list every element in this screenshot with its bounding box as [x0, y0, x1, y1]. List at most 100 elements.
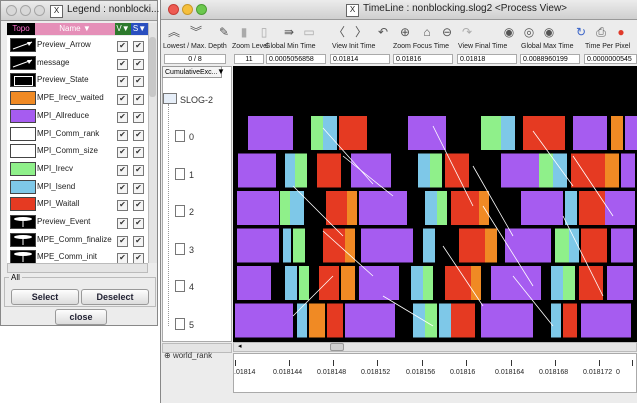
state-rect[interactable]: [539, 153, 553, 188]
state-rect[interactable]: [501, 153, 541, 188]
arrow-icon[interactable]: [10, 38, 36, 52]
searchable-checkbox[interactable]: ✔: [133, 76, 144, 88]
state-rect[interactable]: [293, 228, 305, 263]
state-rect[interactable]: [523, 116, 565, 150]
edit-icon[interactable]: ✎: [215, 24, 233, 40]
state-rect[interactable]: [311, 116, 323, 150]
visible-checkbox[interactable]: ✔: [117, 164, 128, 176]
state-rect[interactable]: [361, 228, 413, 263]
state-rect[interactable]: [451, 191, 479, 225]
state-rect[interactable]: [309, 303, 325, 338]
searchable-checkbox[interactable]: ✔: [133, 94, 144, 106]
expand-icon[interactable]: ⊕: [164, 351, 173, 360]
state-rect[interactable]: [345, 303, 395, 338]
state-rect[interactable]: [297, 303, 307, 338]
visible-checkbox[interactable]: ✔: [117, 235, 128, 247]
state-rect[interactable]: [451, 303, 475, 338]
legend-horizontal-scrollbar[interactable]: [7, 263, 148, 273]
searchable-checkbox[interactable]: ✔: [133, 235, 144, 247]
searchable-checkbox[interactable]: ✔: [133, 147, 144, 159]
state-rect[interactable]: [317, 153, 341, 188]
state-rect[interactable]: [359, 191, 407, 225]
color-swatch[interactable]: [10, 144, 36, 159]
state-rect[interactable]: [237, 228, 279, 263]
scroll-up-icon[interactable]: ︽: [165, 24, 183, 40]
zoom-in-icon[interactable]: ⊕: [396, 24, 414, 40]
zoom-out-icon[interactable]: ⊖: [438, 24, 456, 40]
canvas-scroll-thumb[interactable]: [330, 343, 344, 351]
state-rect[interactable]: [425, 303, 437, 338]
state-rect[interactable]: [339, 116, 367, 150]
searchable-checkbox[interactable]: ✔: [133, 58, 144, 70]
state-rect[interactable]: [501, 116, 515, 150]
zoom-window-button[interactable]: [196, 4, 207, 15]
process-row-label[interactable]: 5: [175, 317, 194, 330]
state-rect[interactable]: [605, 153, 619, 188]
state-rect[interactable]: [326, 191, 348, 225]
searchable-checkbox[interactable]: ✔: [133, 41, 144, 52]
chevron-down-icon[interactable]: ▼: [214, 66, 228, 78]
minimize-window-button[interactable]: [182, 4, 193, 15]
state-rect[interactable]: [445, 266, 471, 300]
collapse-icon[interactable]: ▭: [300, 24, 318, 40]
searchable-checkbox[interactable]: ✔: [133, 218, 144, 229]
state-rect[interactable]: [581, 228, 607, 263]
state-rect[interactable]: [408, 116, 446, 150]
expand-icon[interactable]: ⇛: [280, 24, 298, 40]
searchable-checkbox[interactable]: ✔: [133, 129, 144, 141]
visible-checkbox[interactable]: ✔: [117, 218, 128, 229]
scroll-left-arrow-icon[interactable]: ◂: [238, 343, 248, 351]
select-button[interactable]: Select: [11, 289, 79, 305]
state-rect[interactable]: [423, 228, 435, 263]
state-rect[interactable]: [611, 228, 633, 263]
state-rect[interactable]: [238, 153, 276, 188]
state-rect[interactable]: [285, 153, 295, 188]
searchable-checkbox[interactable]: ✔: [133, 200, 144, 212]
state-rect[interactable]: [237, 191, 279, 225]
state-rect[interactable]: [248, 116, 293, 150]
process-row-label[interactable]: 3: [175, 242, 194, 255]
name-header[interactable]: Name ▼: [35, 23, 115, 35]
stop-icon[interactable]: ●: [612, 24, 630, 40]
event-icon[interactable]: [10, 232, 36, 247]
color-swatch[interactable]: [10, 161, 36, 176]
state-rect[interactable]: [581, 303, 631, 338]
canvas-horizontal-scrollbar[interactable]: [233, 342, 637, 352]
topo-header[interactable]: Topo: [7, 23, 35, 35]
state-rect[interactable]: [341, 266, 355, 300]
undo-zoom-icon[interactable]: ↶: [374, 24, 392, 40]
state-rect[interactable]: [283, 228, 291, 263]
state-rect[interactable]: [563, 303, 577, 338]
visible-checkbox[interactable]: ✔: [117, 147, 128, 159]
print-icon[interactable]: ⎙: [592, 24, 610, 40]
scroll-left-icon[interactable]: 〈: [330, 24, 348, 40]
state-rect[interactable]: [323, 116, 337, 150]
state-rect[interactable]: [573, 116, 607, 150]
state-rect[interactable]: [521, 191, 563, 225]
redo-zoom-icon[interactable]: ↷: [458, 24, 476, 40]
close-button[interactable]: close: [55, 309, 107, 325]
trash-icon[interactable]: ▯: [255, 24, 273, 40]
state-rect[interactable]: [423, 266, 433, 300]
visible-checkbox[interactable]: ✔: [117, 111, 128, 123]
state-rect[interactable]: [565, 191, 577, 225]
close-window-button[interactable]: [6, 5, 17, 16]
minimize-window-button[interactable]: [20, 5, 31, 16]
state-rect[interactable]: [625, 116, 637, 150]
event-icon[interactable]: [10, 215, 36, 229]
state-rect[interactable]: [425, 191, 437, 225]
state-rect[interactable]: [481, 116, 501, 150]
color-swatch[interactable]: [10, 126, 36, 141]
search-forward-icon[interactable]: ◉: [540, 24, 558, 40]
state-rect[interactable]: [430, 153, 442, 188]
legend-scroll-thumb[interactable]: [149, 37, 156, 97]
state-rect[interactable]: [563, 266, 575, 300]
process-row-label[interactable]: 0: [175, 130, 194, 142]
state-rect[interactable]: [551, 266, 563, 300]
delete-icon[interactable]: ▮: [235, 24, 253, 40]
state-rect[interactable]: [437, 191, 447, 225]
state-rect[interactable]: [319, 266, 339, 300]
refresh-icon[interactable]: ↻: [572, 24, 590, 40]
state-rect[interactable]: [347, 191, 357, 225]
deselect-button[interactable]: Deselect: [81, 289, 149, 305]
